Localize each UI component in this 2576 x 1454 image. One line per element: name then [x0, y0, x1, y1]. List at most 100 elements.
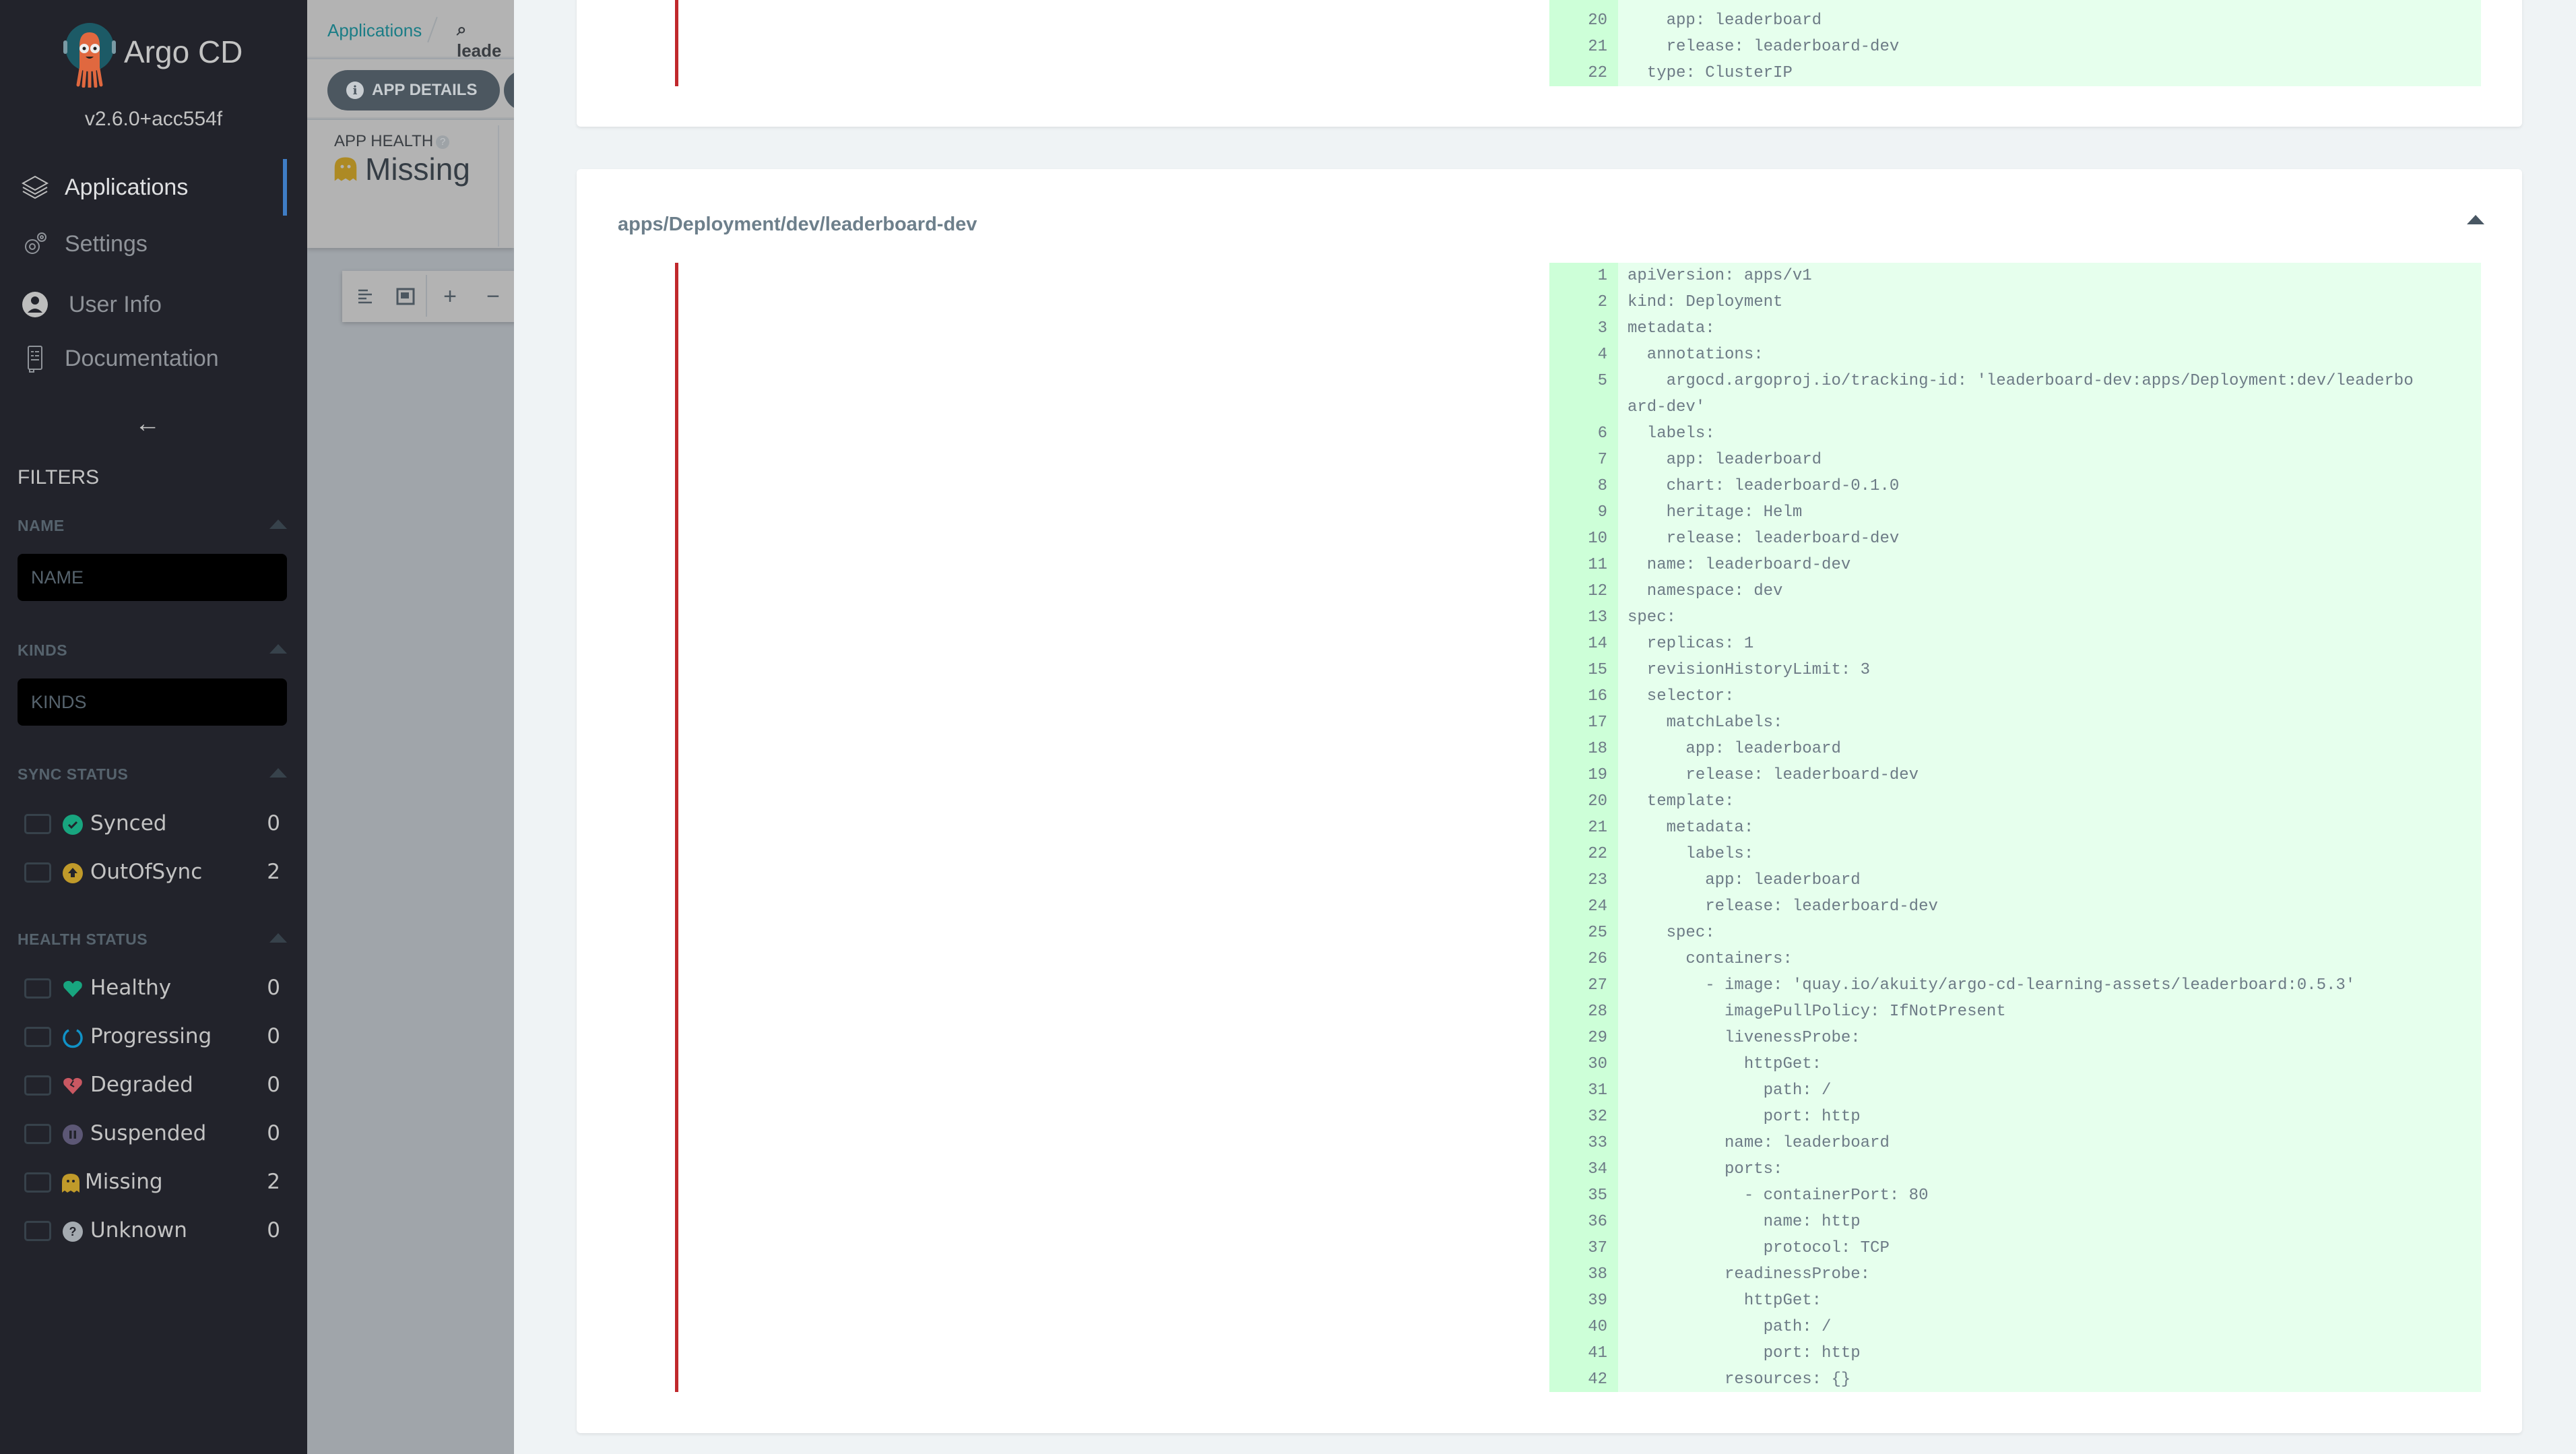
code-line: 35 - containerPort: 80	[1549, 1182, 2481, 1209]
filter-synced[interactable]: Synced 0	[0, 804, 307, 845]
filter-kinds-heading: KINDS	[18, 641, 68, 659]
line-text: chart: leaderboard-0.1.0	[1628, 477, 1900, 495]
line-text: revisionHistoryLimit: 3	[1628, 661, 1871, 679]
code-block-previous: 19 selector:20 app: leaderboard21 releas…	[1549, 0, 2481, 86]
filter-degraded[interactable]: Degraded 0	[0, 1066, 307, 1106]
line-text: ard-dev'	[1628, 398, 1706, 416]
code-line: 21 release: leaderboard-dev	[1549, 34, 2481, 60]
diff-card: apps/Deployment/dev/leaderboard-dev 1 api…	[577, 169, 2522, 1433]
code-line: 13 spec:	[1549, 604, 2481, 631]
gears-icon	[18, 226, 53, 261]
arrow-left-icon[interactable]: ←	[135, 410, 160, 439]
code-line: 41 port: http	[1549, 1340, 2481, 1366]
nav-label: User Info	[69, 291, 162, 317]
filter-progressing[interactable]: Progressing 0	[0, 1017, 307, 1058]
line-text: spec:	[1628, 924, 1715, 942]
line-number: 24	[1549, 893, 1618, 920]
filter-label: Missing	[85, 1170, 163, 1194]
filter-healthy[interactable]: Healthy 0	[0, 969, 307, 1009]
nav-user-info[interactable]: User Info	[0, 278, 307, 331]
code-line: 12 namespace: dev	[1549, 578, 2481, 604]
caret-up-icon[interactable]	[269, 519, 287, 529]
line-text: httpGet:	[1628, 1292, 1822, 1310]
line-text: - image: 'quay.io/akuity/argo-cd-learnin…	[1628, 976, 2356, 994]
code-line: 18 app: leaderboard	[1549, 736, 2481, 762]
line-text: port: http	[1628, 1108, 1861, 1126]
line-number: 19	[1549, 762, 1618, 788]
line-number: 21	[1549, 815, 1618, 841]
filter-missing[interactable]: Missing 2	[0, 1163, 307, 1203]
app-details-button[interactable]: i APP DETAILS	[327, 70, 500, 110]
line-number: 3	[1549, 315, 1618, 342]
name-filter-input[interactable]	[18, 554, 287, 601]
line-text: name: leaderboard-dev	[1628, 556, 1851, 574]
caret-up-icon[interactable]	[269, 933, 287, 943]
caret-up-icon[interactable]	[269, 644, 287, 654]
zoom-out-icon[interactable]: −	[480, 283, 507, 310]
code-line: 22 type: ClusterIP	[1549, 60, 2481, 86]
ghost-icon	[62, 1174, 79, 1193]
line-text: apiVersion: apps/v1	[1628, 267, 1812, 285]
line-text: namespace: dev	[1628, 582, 1783, 600]
user-circle-icon	[18, 287, 53, 322]
caret-up-icon[interactable]	[2467, 215, 2484, 224]
breadcrumb-current[interactable]: ⌕ leade	[457, 19, 514, 61]
code-line: 34 ports:	[1549, 1156, 2481, 1182]
app-health-label: APP HEALTH?	[334, 132, 450, 151]
line-text: name: http	[1628, 1213, 1861, 1231]
caret-up-icon[interactable]	[269, 768, 287, 778]
line-number: 6	[1549, 420, 1618, 447]
line-text: app: leaderboard	[1628, 451, 1822, 469]
line-number: 13	[1549, 604, 1618, 631]
diff-card-previous: 19 selector:20 app: leaderboard21 releas…	[577, 0, 2522, 127]
checkbox[interactable]	[24, 1172, 51, 1193]
svg-text:?: ?	[69, 1225, 77, 1238]
checkbox[interactable]	[24, 814, 51, 834]
zoom-in-icon[interactable]: +	[437, 283, 463, 310]
code-line: 9 heritage: Helm	[1549, 499, 2481, 526]
line-number: 8	[1549, 473, 1618, 499]
filter-outofsync[interactable]: OutOfSync 2	[0, 853, 307, 893]
help-icon[interactable]: ?	[436, 135, 450, 149]
line-number: 18	[1549, 736, 1618, 762]
filter-unknown[interactable]: ? Unknown 0	[0, 1211, 307, 1252]
line-number: 22	[1549, 841, 1618, 867]
diff-left-marker	[675, 0, 678, 86]
checkbox[interactable]	[24, 1075, 51, 1096]
code-line: 42 resources: {}	[1549, 1366, 2481, 1392]
filter-sync-status-heading: SYNC STATUS	[18, 765, 129, 783]
align-left-icon[interactable]	[353, 283, 380, 310]
checkbox[interactable]	[24, 1124, 51, 1144]
line-text: readinessProbe:	[1628, 1265, 1871, 1284]
toolbar-divider	[426, 275, 427, 317]
line-text: labels:	[1628, 845, 1754, 863]
filter-count: 0	[267, 1073, 280, 1097]
line-text: selector:	[1618, 0, 1735, 7]
code-line: 31 path: /	[1549, 1077, 2481, 1104]
nav-applications[interactable]: Applications	[0, 160, 307, 214]
nav-documentation[interactable]: Documentation	[0, 331, 307, 385]
line-text: ports:	[1628, 1160, 1783, 1178]
line-text: httpGet:	[1628, 1055, 1822, 1073]
line-number: 14	[1549, 631, 1618, 657]
breadcrumb-applications[interactable]: Applications	[327, 20, 422, 41]
checkbox[interactable]	[24, 1221, 51, 1241]
checkbox[interactable]	[24, 978, 51, 999]
filter-suspended[interactable]: Suspended 0	[0, 1114, 307, 1155]
background-app-view: Applications ⌕ leade i APP DETAILS APP H…	[307, 0, 514, 1454]
line-text: release: leaderboard-dev	[1628, 38, 1900, 56]
filter-label: Degraded	[90, 1073, 193, 1097]
checkbox[interactable]	[24, 1027, 51, 1047]
code-line: 30 httpGet:	[1549, 1051, 2481, 1077]
fit-screen-icon[interactable]	[392, 283, 419, 310]
checkbox[interactable]	[24, 862, 51, 883]
code-line: 19 selector:	[1549, 0, 2481, 7]
code-line: 11 name: leaderboard-dev	[1549, 552, 2481, 578]
line-text: kind: Deployment	[1628, 293, 1783, 311]
nav-label: Applications	[65, 174, 189, 200]
filter-count: 0	[267, 811, 280, 835]
line-text: imagePullPolicy: IfNotPresent	[1628, 1003, 2006, 1021]
nav-settings[interactable]: Settings	[0, 217, 307, 271]
kinds-filter-input[interactable]	[18, 678, 287, 726]
code-line: 3 metadata:	[1549, 315, 2481, 342]
